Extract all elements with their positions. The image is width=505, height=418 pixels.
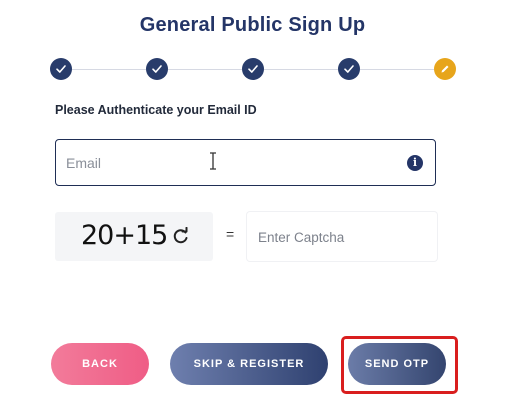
check-icon bbox=[248, 65, 258, 73]
captcha-expression: 20+15 bbox=[81, 220, 168, 251]
check-icon bbox=[152, 65, 162, 73]
captcha-challenge: 20+15 bbox=[55, 212, 213, 261]
email-auth-label: Please Authenticate your Email ID bbox=[55, 103, 257, 117]
step-connector bbox=[360, 69, 434, 70]
skip-register-button[interactable]: SKIP & REGISTER bbox=[170, 343, 328, 385]
step-connector bbox=[72, 69, 146, 70]
equals-sign: = bbox=[226, 226, 235, 242]
step-3-completed bbox=[242, 58, 264, 80]
step-1-completed bbox=[50, 58, 72, 80]
info-icon[interactable]: i bbox=[407, 155, 423, 171]
captcha-field-container[interactable] bbox=[247, 212, 437, 261]
email-input[interactable] bbox=[64, 150, 388, 176]
step-4-completed bbox=[338, 58, 360, 80]
email-field-container[interactable]: i bbox=[55, 139, 436, 186]
step-connector bbox=[264, 69, 338, 70]
progress-stepper bbox=[0, 0, 505, 100]
step-2-completed bbox=[146, 58, 168, 80]
text-cursor-icon bbox=[210, 152, 216, 170]
refresh-icon[interactable] bbox=[172, 227, 190, 245]
send-otp-button[interactable]: SEND OTP bbox=[348, 343, 446, 385]
check-icon bbox=[344, 65, 354, 73]
step-5-current bbox=[434, 58, 456, 80]
captcha-input[interactable] bbox=[256, 224, 430, 250]
back-button[interactable]: BACK bbox=[51, 343, 149, 385]
pencil-icon bbox=[441, 65, 449, 73]
check-icon bbox=[56, 65, 66, 73]
step-connector bbox=[168, 69, 242, 70]
